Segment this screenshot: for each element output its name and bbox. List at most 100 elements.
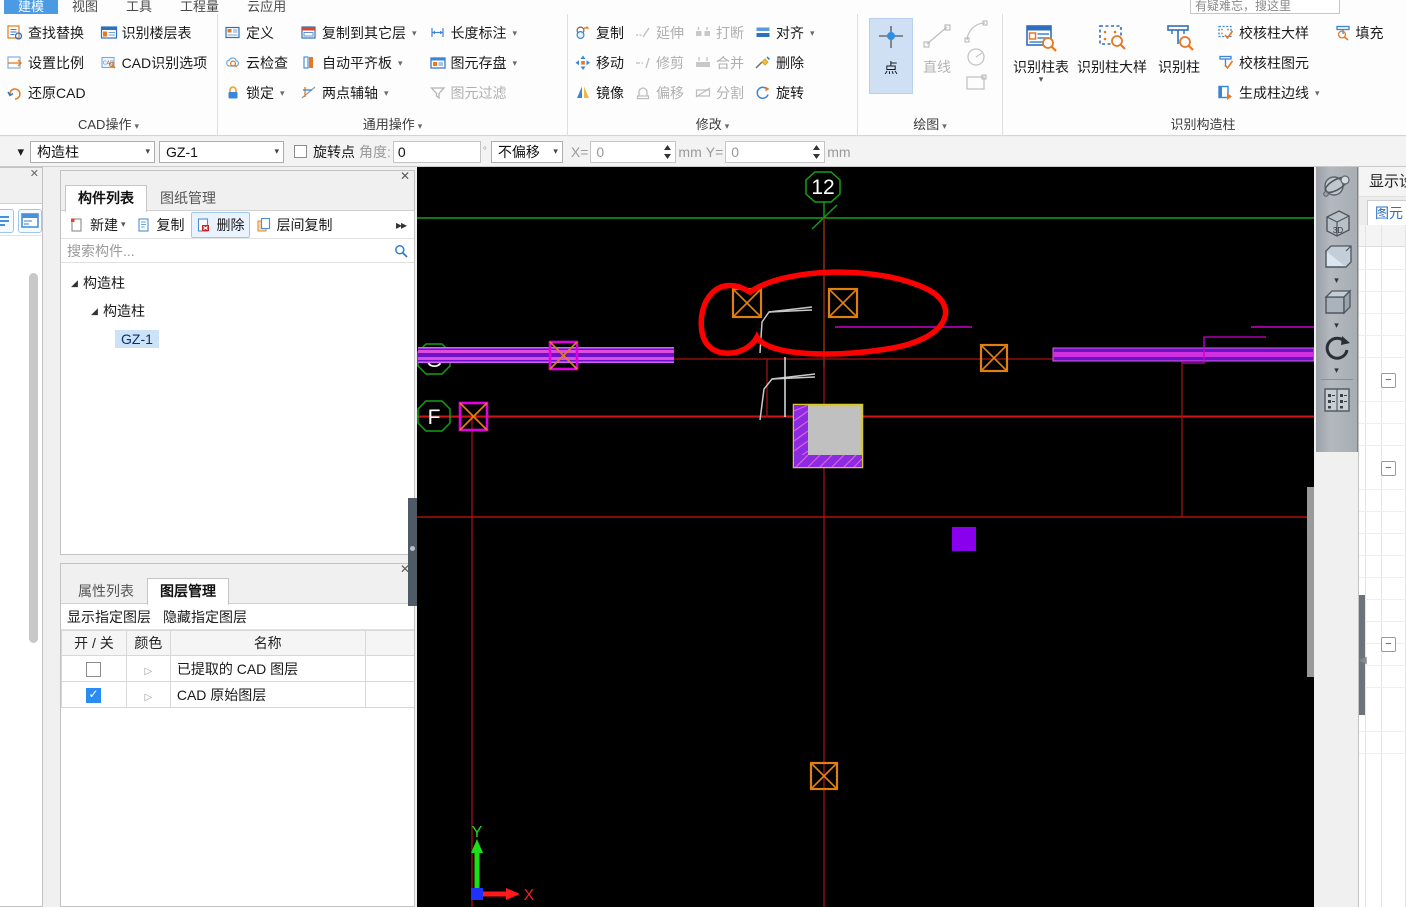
orbit-icon[interactable] (1320, 171, 1354, 205)
chevron-down-icon[interactable]: ▾ (134, 121, 139, 131)
tab-modeling[interactable]: 建模 (4, 0, 59, 14)
help-search-input[interactable]: 有疑难忘，搜这里 (1190, 0, 1340, 14)
ribbon-item-rotate[interactable]: 旋转 (750, 78, 819, 108)
spinner-arrows-icon[interactable] (812, 143, 821, 161)
ribbon-item-define[interactable]: 定义 (220, 18, 292, 48)
tree-node-structural-column-type[interactable]: ◢ 构造柱 (61, 297, 414, 325)
canvas-vertical-scrollbar[interactable] (1307, 487, 1314, 677)
component-type-dropdown[interactable]: 构造柱 ▾ (30, 140, 155, 163)
group-expander-3[interactable]: − (1381, 637, 1396, 652)
refresh-rotate-icon[interactable] (1320, 331, 1354, 365)
layer-toggle-cell[interactable] (61, 681, 127, 708)
group-expander-1[interactable]: − (1381, 373, 1396, 388)
table-row[interactable]: ▷ CAD 原始图层 (61, 681, 414, 708)
solid-box-icon[interactable] (1320, 286, 1354, 320)
ribbon-item-recognize-floor-table[interactable]: 识别楼层表 (96, 18, 212, 48)
option-leading-caret[interactable]: ▾ (4, 144, 30, 160)
chevron-down-icon[interactable]: ▾ (942, 121, 947, 131)
circle-tool-icon[interactable] (963, 44, 991, 70)
detail-view-icon[interactable] (18, 208, 42, 233)
tab-drawing-management[interactable]: 图纸管理 (147, 185, 229, 211)
tab-element[interactable]: 图元 (1367, 200, 1406, 225)
ribbon-item-element-save[interactable]: 图元存盘 ▾ (425, 48, 522, 78)
layer-color-cell[interactable]: ▷ (125, 655, 171, 682)
ribbon-item-cad-options[interactable]: CAD CAD识别选项 (96, 48, 212, 78)
expand-triangle-icon[interactable]: ▷ (145, 666, 153, 677)
wireframe-box-icon[interactable] (1320, 241, 1354, 275)
chevron-down-icon[interactable]: ▾ (121, 219, 126, 230)
draw-tool-point[interactable]: 点 (869, 18, 913, 94)
check-column-detail-item[interactable]: 校核柱大样 (1213, 18, 1324, 48)
x-offset-input[interactable]: 0 (590, 140, 677, 163)
chevron-down-icon[interactable]: ▾ (725, 121, 730, 131)
ribbon-item-restore-cad[interactable]: 还原CAD (2, 78, 90, 108)
recognize-column-button[interactable]: 识别柱 (1151, 18, 1207, 75)
group-expander-2[interactable]: − (1381, 461, 1396, 476)
expand-triangle-icon[interactable]: ◢ (91, 306, 103, 317)
tab-cloud-app[interactable]: 云应用 (233, 0, 300, 14)
chevron-down-icon[interactable]: ▾ (513, 28, 518, 39)
generate-column-edge-item[interactable]: 生成柱边线 ▾ (1213, 78, 1324, 108)
view-3d-icon[interactable]: 3D (1320, 206, 1354, 240)
chevron-down-icon[interactable]: ▾ (1334, 276, 1339, 286)
chevron-down-icon[interactable]: ▾ (384, 88, 389, 99)
ribbon-item-copy[interactable]: 复制 (570, 18, 628, 48)
search-input[interactable]: 搜索构件... (67, 241, 135, 261)
layer-checkbox[interactable] (86, 686, 102, 703)
rectangle-tool-icon[interactable] (963, 70, 991, 96)
ribbon-item-two-point-axis[interactable]: 两点辅轴 ▾ (296, 78, 421, 108)
ribbon-item-set-scale[interactable]: 设置比例 (2, 48, 90, 78)
recognize-column-table-button[interactable]: 识别柱表 ▾ (1009, 18, 1073, 84)
tab-quantity[interactable]: 工程量 (166, 0, 233, 14)
ribbon-item-align[interactable]: 对齐 ▾ (750, 18, 819, 48)
ribbon-item-cloud-check[interactable]: 云检查 (220, 48, 292, 78)
fill-item[interactable]: 填充 (1330, 18, 1388, 48)
spinner-arrows-icon[interactable] (663, 143, 672, 161)
tab-component-list[interactable]: 构件列表 (65, 185, 147, 212)
tab-property-list[interactable]: 属性列表 (65, 578, 147, 604)
ribbon-item-copy-to-other-floor[interactable]: 复制到其它层 ▾ (296, 18, 421, 48)
rotate-point-checkbox[interactable] (294, 145, 307, 158)
check-column-element-item[interactable]: 校核柱图元 (1213, 48, 1324, 78)
chevron-down-icon[interactable]: ▾ (1315, 88, 1320, 99)
cad-drawing-canvas[interactable]: 12 G F (417, 167, 1314, 907)
offset-mode-dropdown[interactable]: 不偏移 ▾ (490, 140, 563, 163)
layer-toggle-cell[interactable] (61, 655, 127, 682)
ribbon-item-move[interactable]: 移动 (570, 48, 628, 78)
list-view-icon[interactable] (0, 208, 14, 233)
ribbon-item-mirror[interactable]: 镜像 (570, 78, 628, 108)
tree-node-structural-column-group[interactable]: ◢ 构造柱 (61, 269, 414, 297)
tab-tools[interactable]: 工具 (112, 0, 166, 14)
layer-color-cell[interactable]: ▷ (125, 681, 171, 708)
hide-specified-layer-action[interactable]: 隐藏指定图层 (163, 607, 247, 627)
angle-input[interactable]: 0 (392, 140, 481, 163)
component-name-dropdown[interactable]: GZ-1 ▾ (159, 140, 284, 163)
delete-component-button[interactable]: 删除 (190, 211, 250, 238)
close-icon[interactable]: ✕ (30, 167, 39, 180)
ribbon-item-lock[interactable]: 锁定 ▾ (220, 78, 292, 108)
ribbon-item-find-replace[interactable]: 查找替换 (2, 18, 90, 48)
y-offset-input[interactable]: 0 (725, 140, 826, 163)
ribbon-item-length-dimension[interactable]: 长度标注 ▾ (425, 18, 522, 48)
recognize-column-detail-button[interactable]: 识别柱大样 (1073, 18, 1151, 75)
arc-tool-icon[interactable] (963, 18, 991, 44)
table-row[interactable]: ▷ 已提取的 CAD 图层 (61, 655, 414, 682)
ribbon-item-auto-align-slab[interactable]: 自动平齐板 ▾ (296, 48, 421, 78)
more-toolbar-button[interactable]: ▸▸ (396, 218, 410, 232)
expand-triangle-icon[interactable]: ◢ (71, 278, 83, 289)
chevron-down-icon[interactable]: ▾ (1334, 321, 1339, 331)
chevron-down-icon[interactable]: ▾ (1334, 366, 1339, 376)
chevron-down-icon[interactable]: ▾ (398, 58, 403, 69)
inter-floor-copy-button[interactable]: 层间复制 (252, 213, 337, 237)
chevron-down-icon[interactable]: ▾ (280, 88, 285, 99)
chevron-down-icon[interactable]: ▾ (418, 121, 423, 131)
search-icon[interactable] (394, 244, 408, 258)
edge-panel-scrollbar[interactable] (29, 273, 38, 643)
chevron-down-icon[interactable]: ▾ (1039, 75, 1044, 84)
chevron-down-icon[interactable]: ▾ (412, 28, 417, 39)
copy-component-button[interactable]: 复制 (132, 213, 189, 237)
chevron-down-icon[interactable]: ▾ (810, 28, 815, 39)
table-grid-icon[interactable] (1320, 383, 1354, 417)
show-specified-layer-action[interactable]: 显示指定图层 (67, 607, 151, 627)
layer-checkbox[interactable] (86, 661, 102, 677)
